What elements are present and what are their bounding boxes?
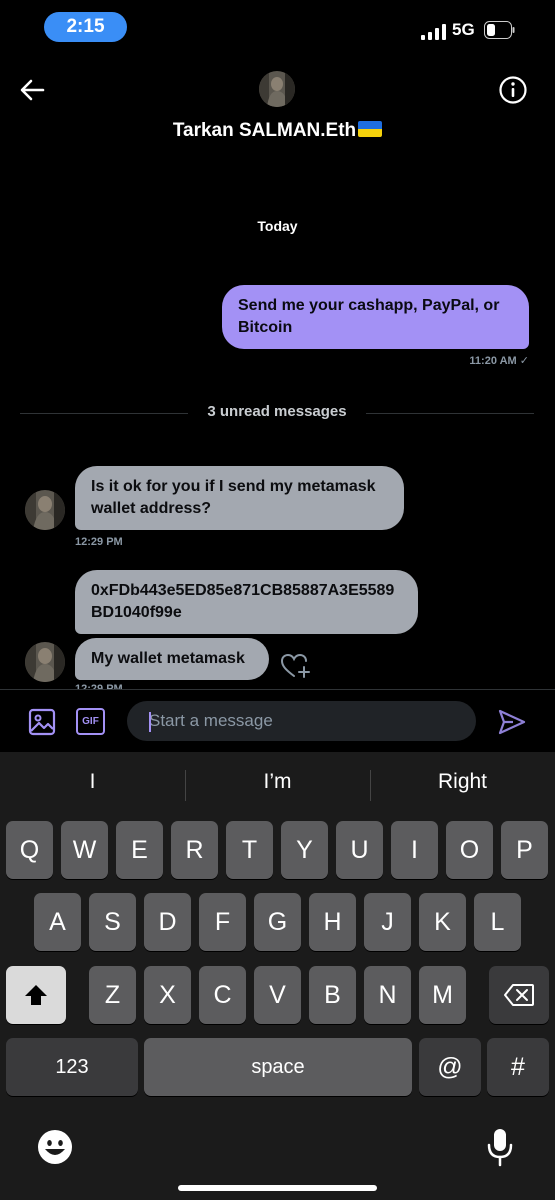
text-caret [149,712,151,732]
key-a[interactable]: A [34,893,81,951]
key-y[interactable]: Y [281,821,328,879]
outgoing-time: 11:20 AM [469,355,517,367]
contact-avatar[interactable] [25,642,65,682]
suggestion-item[interactable]: I [0,770,185,794]
key-i[interactable]: I [391,821,438,879]
battery-icon [484,21,515,39]
suggestion-bar: I I’m Right [0,752,555,818]
outgoing-timestamp: 11:20 AM ✓ [469,354,529,367]
key-c[interactable]: C [199,966,246,1024]
key-x[interactable]: X [144,966,191,1024]
send-icon[interactable] [497,707,527,737]
contact-name[interactable]: Tarkan SALMAN.Eth [0,120,555,142]
key-p[interactable]: P [501,821,548,879]
keyboard: I I’m Right Q W E R T Y U I O P A S D F … [0,752,555,1200]
key-n[interactable]: N [364,966,411,1024]
incoming-timestamp: 12:29 PM [75,536,123,548]
signal-icon [421,24,446,40]
key-s[interactable]: S [89,893,136,951]
heart-plus-icon[interactable] [280,652,312,680]
image-icon[interactable] [28,708,56,736]
suggestion-item[interactable]: Right [370,770,555,794]
key-v[interactable]: V [254,966,301,1024]
outgoing-message[interactable]: Send me your cashapp, PayPal, or Bitcoin [222,285,529,349]
key-g[interactable]: G [254,893,301,951]
status-time: 2:15 [44,12,127,42]
unread-divider: 3 unread messages [20,402,534,424]
space-key[interactable]: space [144,1038,412,1096]
key-e[interactable]: E [116,821,163,879]
key-q[interactable]: Q [6,821,53,879]
key-h[interactable]: H [309,893,356,951]
key-k[interactable]: K [419,893,466,951]
key-r[interactable]: R [171,821,218,879]
info-icon[interactable] [498,75,528,105]
unread-label: 3 unread messages [207,403,347,420]
header-avatar[interactable] [259,71,295,107]
incoming-message[interactable]: My wallet metamask [75,638,269,680]
message-composer: GIF [0,689,555,752]
backspace-icon [504,984,534,1006]
hash-key[interactable]: # [487,1038,549,1096]
key-l[interactable]: L [474,893,521,951]
key-u[interactable]: U [336,821,383,879]
emoji-icon[interactable] [37,1129,73,1165]
incoming-message[interactable]: 0xFDb443e5ED85e871CB85887A3E5589BD1040f9… [75,570,418,634]
key-d[interactable]: D [144,893,191,951]
back-arrow-icon[interactable] [17,75,47,105]
status-bar: 2:15 5G [0,0,555,56]
contact-name-text: Tarkan SALMAN.Eth [172,120,357,141]
at-key[interactable]: @ [419,1038,481,1096]
network-label: 5G [452,20,475,39]
key-f[interactable]: F [199,893,246,951]
message-input[interactable] [127,701,476,741]
key-b[interactable]: B [309,966,356,1024]
backspace-key[interactable] [489,966,549,1024]
numbers-key[interactable]: 123 [6,1038,138,1096]
ukraine-flag-icon [358,121,383,137]
gif-icon[interactable]: GIF [76,708,105,735]
incoming-message[interactable]: Is it ok for you if I send my metamask w… [75,466,404,530]
home-indicator[interactable] [178,1185,377,1191]
key-z[interactable]: Z [89,966,136,1024]
key-m[interactable]: M [419,966,466,1024]
contact-avatar[interactable] [25,490,65,530]
key-t[interactable]: T [226,821,273,879]
read-check-icon: ✓ [519,355,529,367]
key-w[interactable]: W [61,821,108,879]
key-j[interactable]: J [364,893,411,951]
shift-key[interactable] [6,966,66,1024]
shift-icon [25,985,47,1005]
day-label: Today [257,218,298,234]
microphone-icon[interactable] [486,1127,514,1167]
suggestion-item[interactable]: I’m [185,770,370,794]
key-o[interactable]: O [446,821,493,879]
